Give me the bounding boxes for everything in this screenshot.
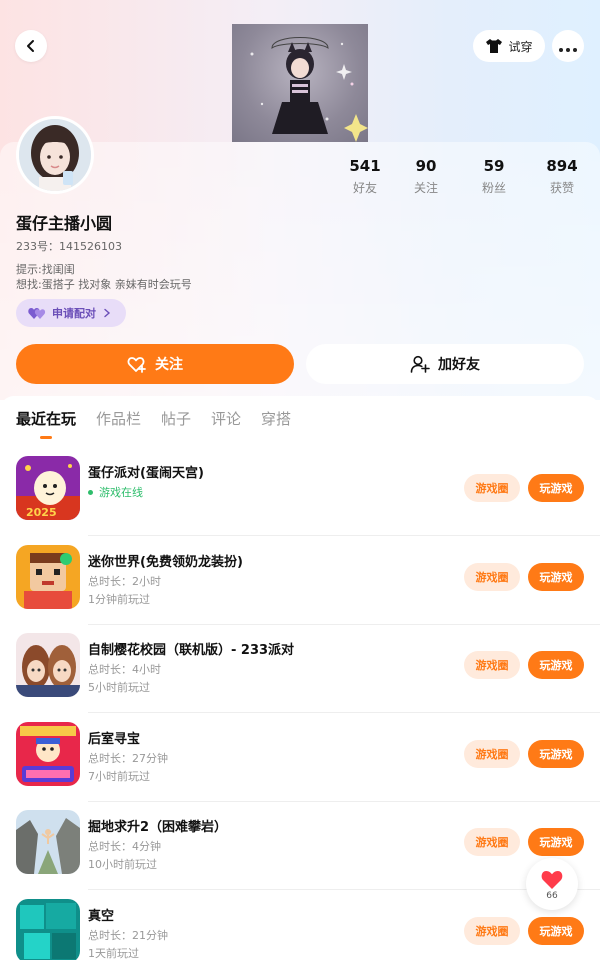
stats-row: 541 好友 90 关注 59 粉丝 894 获赞 xyxy=(0,157,600,197)
game-icon-mini-world xyxy=(16,545,80,609)
play-duration: 总时长：4分钟 xyxy=(88,840,161,853)
play-duration: 总时长：4小时 xyxy=(88,663,161,676)
active-tab-indicator xyxy=(40,436,52,439)
tshirt-icon xyxy=(486,39,503,53)
svg-text:2025: 2025 xyxy=(26,506,57,519)
follow-label: 关注 xyxy=(155,357,183,373)
last-played: 1分钟前玩过 xyxy=(88,593,150,606)
nickname: 蛋仔主播小圆 xyxy=(16,214,113,233)
more-dots-icon xyxy=(558,37,579,56)
game-circle-button[interactable]: 游戏圈 xyxy=(464,474,520,502)
add-friend-label: 加好友 xyxy=(438,357,480,373)
follow-button[interactable]: 关注 xyxy=(16,344,294,384)
play-duration: 总时长：2小时 xyxy=(88,575,161,588)
try-on-label: 试穿 xyxy=(508,39,533,54)
game-circle-button[interactable]: 游戏圈 xyxy=(464,563,520,591)
like-floating-button[interactable]: 66 xyxy=(526,858,578,910)
play-game-button[interactable]: 玩游戏 xyxy=(528,740,584,768)
tab-posts[interactable]: 帖子 xyxy=(161,408,191,429)
game-circle-button[interactable]: 游戏圈 xyxy=(464,651,520,679)
chevron-right-icon xyxy=(104,308,111,318)
stat-number: 894 xyxy=(546,157,578,175)
play-game-button[interactable]: 玩游戏 xyxy=(528,917,584,945)
game-title: 自制樱花校园（联机版）- 233派对 xyxy=(88,643,295,658)
character-outfit-image[interactable] xyxy=(232,24,368,142)
play-game-button[interactable]: 玩游戏 xyxy=(528,828,584,856)
game-circle-button[interactable]: 游戏圈 xyxy=(464,917,520,945)
last-played: 7小时前玩过 xyxy=(88,770,150,783)
try-on-button[interactable]: 试穿 xyxy=(473,30,545,62)
tab-comments[interactable]: 评论 xyxy=(211,408,241,429)
add-user-icon xyxy=(410,355,430,373)
game-title: 迷你世界(免费领奶龙装扮) xyxy=(88,555,243,570)
online-dot-icon xyxy=(88,489,93,495)
game-row[interactable]: 掘地求升2（困难攀岩） 总时长：4分钟 10小时前玩过 游戏圈 玩游戏 xyxy=(0,802,600,890)
stat-following[interactable]: 90 关注 xyxy=(396,157,456,196)
profile-tip: 提示:找闺闺 想找:蛋搭子 找对象 亲妹有时会玩号 xyxy=(16,262,192,292)
online-status: 游戏在线 xyxy=(88,484,143,500)
game-row[interactable]: 迷你世界(免费领奶龙装扮) 总时长：2小时 1分钟前玩过 游戏圈 玩游戏 xyxy=(0,537,600,625)
row-divider xyxy=(88,535,600,536)
game-circle-button[interactable]: 游戏圈 xyxy=(464,740,520,768)
play-game-button[interactable]: 玩游戏 xyxy=(528,474,584,502)
stat-fans[interactable]: 59 粉丝 xyxy=(464,157,524,196)
play-game-button[interactable]: 玩游戏 xyxy=(528,651,584,679)
heart-plus-icon xyxy=(127,357,146,373)
last-played: 5小时前玩过 xyxy=(88,681,150,694)
stat-number: 59 xyxy=(483,157,505,175)
game-row[interactable]: 2025 蛋仔派对(蛋闹天宫) 游戏在线 游戏圈 玩游戏 xyxy=(0,448,600,536)
more-button[interactable] xyxy=(552,30,584,62)
game-icon-vacuum xyxy=(16,899,80,960)
play-duration: 总时长：21分钟 xyxy=(88,929,168,942)
game-circle-button[interactable]: 游戏圈 xyxy=(464,828,520,856)
heart-icon xyxy=(541,870,563,889)
game-icon-sakura-school xyxy=(16,633,80,697)
tab-recent-played[interactable]: 最近在玩 xyxy=(16,408,76,429)
stat-label: 粉丝 xyxy=(481,181,506,195)
stat-label: 好友 xyxy=(352,181,377,195)
play-duration: 总时长：27分钟 xyxy=(88,752,168,765)
play-game-button[interactable]: 玩游戏 xyxy=(528,563,584,591)
like-count: 66 xyxy=(546,890,558,901)
game-title: 后室寻宝 xyxy=(88,732,141,747)
stat-label: 关注 xyxy=(413,181,438,195)
stat-friends[interactable]: 541 好友 xyxy=(335,157,395,196)
game-row[interactable]: 真空 总时长：21分钟 1天前玩过 游戏圈 玩游戏 xyxy=(0,891,600,960)
back-button[interactable] xyxy=(15,30,47,62)
game-icon-eggy-party: 2025 xyxy=(16,456,80,520)
game-title: 真空 xyxy=(88,909,115,924)
stat-number: 90 xyxy=(415,157,437,175)
stat-number: 541 xyxy=(349,157,381,175)
last-played: 1天前玩过 xyxy=(88,947,139,960)
game-title: 蛋仔派对(蛋闹天宫) xyxy=(88,466,204,481)
row-divider xyxy=(88,712,600,713)
game-icon-getting-over-it xyxy=(16,810,80,874)
add-friend-button[interactable]: 加好友 xyxy=(306,344,584,384)
game-row[interactable]: 自制樱花校园（联机版）- 233派对 总时长：4小时 5小时前玩过 游戏圈 玩游… xyxy=(0,625,600,713)
stat-likes[interactable]: 894 获赞 xyxy=(532,157,592,196)
game-title: 掘地求升2（困难攀岩） xyxy=(88,820,228,835)
game-icon-backrooms-treasure xyxy=(16,722,80,786)
chevron-left-icon xyxy=(27,40,34,52)
tip-line: 提示:找闺闺 xyxy=(16,263,75,276)
tab-outfits[interactable]: 穿搭 xyxy=(261,408,291,429)
user-id[interactable]: 233号：141526103 xyxy=(16,238,122,254)
online-label: 游戏在线 xyxy=(99,486,143,499)
pair-request-button[interactable]: 申请配对 xyxy=(16,299,126,327)
stat-label: 获赞 xyxy=(549,181,574,195)
pair-request-label: 申请配对 xyxy=(52,307,96,320)
double-heart-icon xyxy=(28,308,46,319)
last-played: 10小时前玩过 xyxy=(88,858,157,871)
tip-line: 想找:蛋搭子 找对象 亲妹有时会玩号 xyxy=(16,278,192,291)
row-divider xyxy=(88,889,600,890)
tab-works[interactable]: 作品栏 xyxy=(96,408,141,429)
game-row[interactable]: 后室寻宝 总时长：27分钟 7小时前玩过 游戏圈 玩游戏 xyxy=(0,714,600,802)
